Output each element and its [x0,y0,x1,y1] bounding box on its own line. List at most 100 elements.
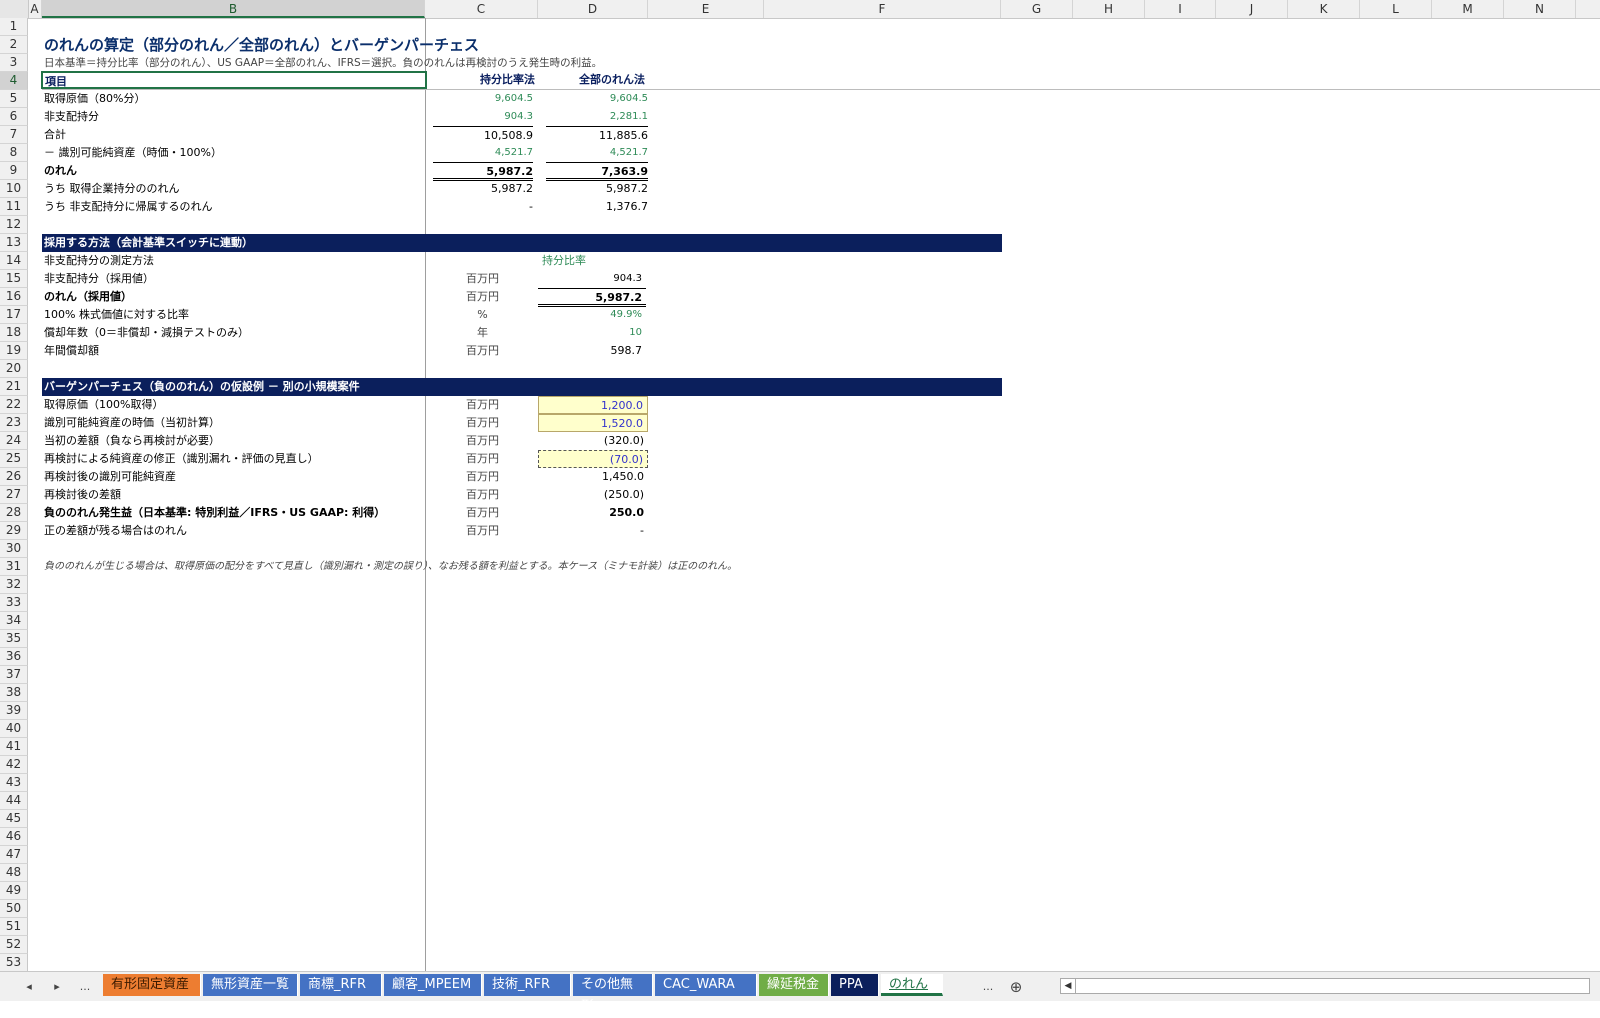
column-header-d[interactable]: D [538,0,648,18]
tab-more-left-button[interactable]: ... [74,978,96,996]
row-header-16[interactable]: 16 [0,288,28,306]
bargain-value[interactable]: 1,520.0 [538,414,648,432]
row-header-41[interactable]: 41 [0,738,28,756]
row-header-17[interactable]: 17 [0,306,28,324]
table1-header-full-goodwill: 全部のれん法 [579,73,645,86]
sheet-tab-9[interactable]: PPA [831,974,879,996]
row-header-43[interactable]: 43 [0,774,28,792]
row-header-21[interactable]: 21 [0,378,28,396]
row-header-22[interactable]: 22 [0,396,28,414]
row-header-36[interactable]: 36 [0,648,28,666]
column-header-h[interactable]: H [1073,0,1145,18]
row-header-50[interactable]: 50 [0,900,28,918]
tab-more-right-button[interactable]: ... [977,978,999,996]
row-header-6[interactable]: 6 [0,108,28,126]
sheet-tab-5[interactable]: 技術_RFR [484,974,571,996]
bargain-unit: 百万円 [466,398,499,411]
sheet-tab-1[interactable]: 有形固定資産 [103,974,201,996]
row-header-5[interactable]: 5 [0,90,28,108]
row-header-53[interactable]: 53 [0,954,28,972]
row-header-20[interactable]: 20 [0,360,28,378]
bargain-label: 当初の差額（負なら再検討が必要） [44,434,220,447]
column-header-g[interactable]: G [1001,0,1073,18]
row-header-12[interactable]: 12 [0,216,28,234]
row-header-25[interactable]: 25 [0,450,28,468]
column-header-bar: ABCDEFGHIJKLMN [0,0,1600,19]
scroll-left-icon[interactable]: ◀ [1061,979,1076,993]
row-header-26[interactable]: 26 [0,468,28,486]
row-header-45[interactable]: 45 [0,810,28,828]
column-header-j[interactable]: J [1216,0,1288,18]
tab-next-button[interactable]: ▸ [46,978,68,996]
row-header-39[interactable]: 39 [0,702,28,720]
row-header-11[interactable]: 11 [0,198,28,216]
bargain-value[interactable]: (70.0) [538,450,648,468]
table1-value-equity: 4,521.7 [494,147,533,158]
row-header-52[interactable]: 52 [0,936,28,954]
sheet-tab-6[interactable]: その他無形 [573,974,653,1014]
column-header-i[interactable]: I [1145,0,1216,18]
row-header-37[interactable]: 37 [0,666,28,684]
select-all-corner[interactable] [0,0,29,18]
sheet-tab-4[interactable]: 顧客_MPEEM [384,974,482,996]
column-header-b[interactable]: B [42,0,425,18]
horizontal-scrollbar[interactable]: ◀ [1060,978,1590,994]
row-header-1[interactable]: 1 [0,18,28,36]
method-value[interactable]: 持分比率 [538,252,646,270]
column-header-m[interactable]: M [1432,0,1504,18]
row-header-18[interactable]: 18 [0,324,28,342]
bargain-value[interactable]: 1,200.0 [538,396,648,414]
row-header-27[interactable]: 27 [0,486,28,504]
column-header-n[interactable]: N [1504,0,1576,18]
sheet-tab-8[interactable]: 繰延税金 [759,974,829,996]
row-header-35[interactable]: 35 [0,630,28,648]
row-header-28[interactable]: 28 [0,504,28,522]
row-header-29[interactable]: 29 [0,522,28,540]
row-header-13[interactable]: 13 [0,234,28,252]
row-header-24[interactable]: 24 [0,432,28,450]
add-sheet-icon[interactable]: ⊕ [1005,978,1027,996]
row-header-34[interactable]: 34 [0,612,28,630]
row-header-7[interactable]: 7 [0,126,28,144]
method-unit: % [477,308,488,321]
column-header-f[interactable]: F [764,0,1001,18]
tab-prev-button[interactable]: ◂ [18,978,40,996]
row-header-4[interactable]: 4 [0,72,28,90]
row-header-23[interactable]: 23 [0,414,28,432]
sheet-tab-3[interactable]: 商標_RFR [300,974,382,996]
column-header-a[interactable]: A [28,0,42,18]
sheet-tab-7[interactable]: CAC_WARA [655,974,757,996]
row-header-2[interactable]: 2 [0,36,28,54]
table1-header-item[interactable]: 項目 [41,71,427,89]
row-header-48[interactable]: 48 [0,864,28,882]
row-header-31[interactable]: 31 [0,558,28,576]
row-header-40[interactable]: 40 [0,720,28,738]
row-header-9[interactable]: 9 [0,162,28,180]
row-header-44[interactable]: 44 [0,792,28,810]
table1-value-full: 11,885.6 [546,126,648,144]
row-header-51[interactable]: 51 [0,918,28,936]
row-header-8[interactable]: 8 [0,144,28,162]
row-header-47[interactable]: 47 [0,846,28,864]
row-header-14[interactable]: 14 [0,252,28,270]
column-header-k[interactable]: K [1288,0,1360,18]
row-header-30[interactable]: 30 [0,540,28,558]
row-header-10[interactable]: 10 [0,180,28,198]
method-value[interactable]: 10 [538,324,646,342]
column-header-c[interactable]: C [425,0,538,18]
row-header-46[interactable]: 46 [0,828,28,846]
row-header-19[interactable]: 19 [0,342,28,360]
row-header-38[interactable]: 38 [0,684,28,702]
sheet-tab-10[interactable]: のれん [881,974,943,996]
row-header-33[interactable]: 33 [0,594,28,612]
bargain-label: 負ののれん発生益（日本基準: 特別利益／IFRS・US GAAP: 利得） [44,506,386,519]
column-header-e[interactable]: E [648,0,764,18]
row-header-32[interactable]: 32 [0,576,28,594]
row-header-3[interactable]: 3 [0,54,28,72]
column-header-l[interactable]: L [1360,0,1432,18]
sheet-tab-2[interactable]: 無形資産一覧 [203,974,298,996]
sheet-tab-bar: ◂ ▸ ... 有形固定資産 無形資産一覧 商標_RFR 顧客_MPEEM 技術_RFR… [0,971,1600,1014]
row-header-42[interactable]: 42 [0,756,28,774]
row-header-15[interactable]: 15 [0,270,28,288]
row-header-49[interactable]: 49 [0,882,28,900]
